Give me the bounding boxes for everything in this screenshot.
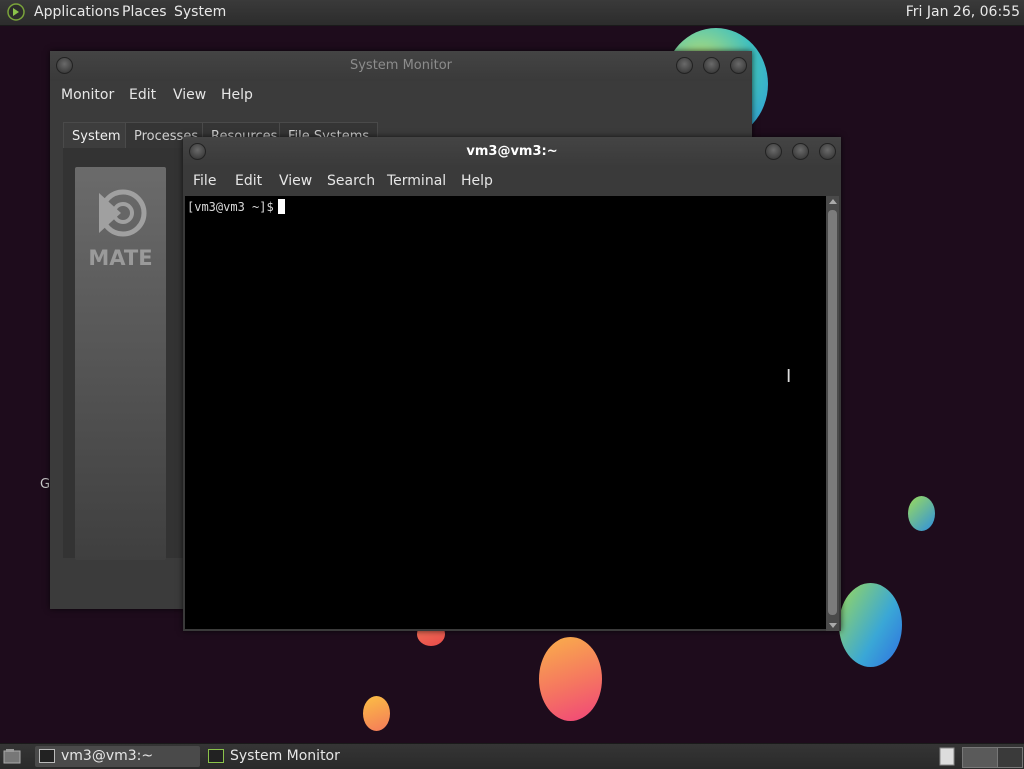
titlebar[interactable]: System Monitor <box>50 51 752 81</box>
tab-system[interactable]: System <box>63 122 130 150</box>
wallpaper-bubble <box>908 496 935 531</box>
menu-view[interactable]: View <box>173 87 206 103</box>
taskbar-item-terminal[interactable]: vm3@vm3:~ <box>35 746 200 767</box>
bottom-panel: vm3@vm3:~ System Monitor <box>0 743 1024 769</box>
system-monitor-icon <box>208 749 224 763</box>
workspace-1[interactable] <box>962 747 998 768</box>
terminal-icon <box>39 749 55 763</box>
menu-terminal[interactable]: Terminal <box>387 173 446 189</box>
scroll-up-arrow-icon[interactable] <box>829 199 837 204</box>
distro-logo-panel: MATE <box>75 167 166 560</box>
close-button[interactable] <box>730 57 747 74</box>
window-title: System Monitor <box>349 58 453 73</box>
places-menu[interactable]: Places <box>122 4 167 20</box>
mate-logo-icon <box>99 189 147 237</box>
menu-file[interactable]: File <box>193 173 216 189</box>
menubar: File Edit View Search Terminal Help <box>183 167 841 195</box>
terminal-output[interactable]: [vm3@vm3 ~]$ <box>185 196 826 629</box>
ibeam-cursor-icon: I <box>786 366 792 387</box>
minimize-button[interactable] <box>765 143 782 160</box>
wallpaper-bubble <box>539 637 602 721</box>
titlebar[interactable]: vm3@vm3:~ <box>183 137 841 167</box>
task-label: System Monitor <box>230 748 340 764</box>
workspace-2[interactable] <box>997 747 1023 768</box>
menu-edit[interactable]: Edit <box>129 87 156 103</box>
prompt-text: [vm3@vm3 ~]$ <box>187 200 274 214</box>
task-label: vm3@vm3:~ <box>61 748 154 764</box>
scroll-thumb[interactable] <box>828 210 837 615</box>
mate-logo-icon[interactable] <box>7 3 25 21</box>
clock[interactable]: Fri Jan 26, 06:55 <box>906 4 1020 20</box>
top-panel: Applications Places System Fri Jan 26, 0… <box>0 0 1024 26</box>
menubar: Monitor Edit View Help <box>50 81 752 109</box>
menu-view[interactable]: View <box>279 173 312 189</box>
maximize-button[interactable] <box>792 143 809 160</box>
scrollbar[interactable] <box>826 196 839 631</box>
show-desktop-icon[interactable] <box>3 748 21 764</box>
menu-monitor[interactable]: Monitor <box>61 87 114 103</box>
wallpaper-bubble <box>839 583 902 667</box>
system-menu[interactable]: System <box>174 4 226 20</box>
desktop-icon-label[interactable]: G <box>40 477 50 492</box>
menu-search[interactable]: Search <box>327 173 375 189</box>
menu-help[interactable]: Help <box>461 173 493 189</box>
menu-edit[interactable]: Edit <box>235 173 262 189</box>
workspace-switcher-icon[interactable] <box>938 747 956 766</box>
logo-text: MATE <box>88 246 153 270</box>
maximize-button[interactable] <box>703 57 720 74</box>
menu-help[interactable]: Help <box>221 87 253 103</box>
terminal-prompt: [vm3@vm3 ~]$ <box>187 199 285 214</box>
terminal-window: vm3@vm3:~ File Edit View Search Terminal… <box>183 137 841 631</box>
wallpaper-bubble <box>363 696 390 731</box>
minimize-button[interactable] <box>676 57 693 74</box>
window-title: vm3@vm3:~ <box>466 144 558 159</box>
text-cursor <box>277 199 285 214</box>
scroll-down-arrow-icon[interactable] <box>829 623 837 628</box>
applications-menu[interactable]: Applications <box>34 4 120 20</box>
close-button[interactable] <box>819 143 836 160</box>
taskbar-item-system-monitor[interactable]: System Monitor <box>204 746 373 767</box>
